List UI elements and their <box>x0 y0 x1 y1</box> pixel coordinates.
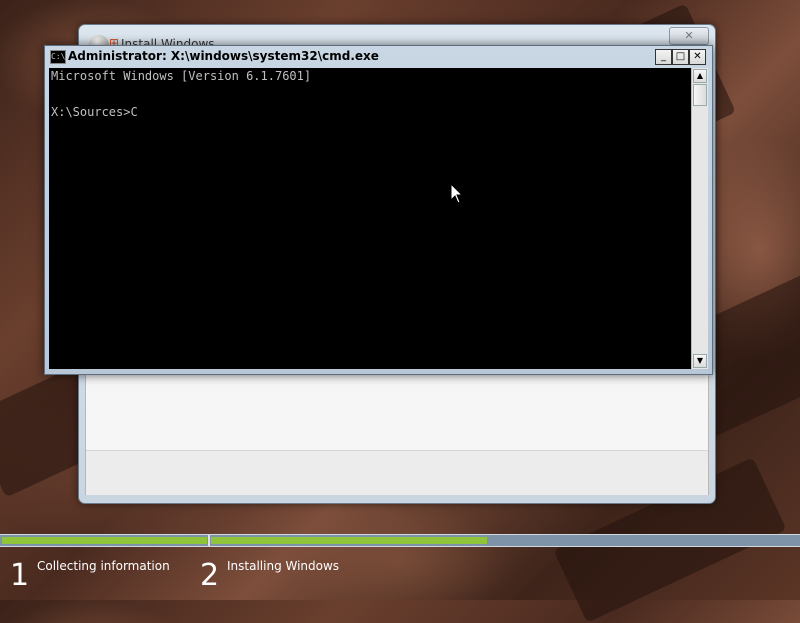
step-number-1: 1 <box>10 558 30 593</box>
minimize-button[interactable]: _ <box>655 49 672 65</box>
cmd-titlebar[interactable]: C:\ Administrator: X:\windows\system32\c… <box>45 46 712 67</box>
cmd-window[interactable]: C:\ Administrator: X:\windows\system32\c… <box>44 45 713 375</box>
maximize-button[interactable]: □ <box>672 49 689 65</box>
setup-close-button[interactable]: ✕ <box>669 27 709 45</box>
vertical-scrollbar[interactable]: ▲ ▼ <box>691 68 708 369</box>
console-line: Microsoft Windows [Version 6.1.7601] <box>51 69 312 83</box>
scrollbar-thumb[interactable] <box>693 84 707 106</box>
setup-progress-bar <box>0 534 800 547</box>
arrow-cursor-icon <box>450 183 464 204</box>
progress-divider <box>208 535 210 546</box>
scroll-down-icon[interactable]: ▼ <box>693 354 707 368</box>
progress-fill-step-1 <box>2 537 207 544</box>
scroll-up-icon[interactable]: ▲ <box>693 69 707 83</box>
console-output[interactable]: Microsoft Windows [Version 6.1.7601] X:\… <box>49 68 691 369</box>
progress-fill-step-2 <box>211 537 487 544</box>
setup-content-area <box>85 373 709 495</box>
console-prompt-line[interactable]: X:\Sources>C <box>51 106 138 118</box>
close-button[interactable]: ✕ <box>689 49 706 65</box>
step-number-2: 2 <box>200 558 220 593</box>
step-label-2: Installing Windows <box>227 559 340 573</box>
cmd-icon[interactable]: C:\ <box>50 50 66 64</box>
cmd-title: Administrator: X:\windows\system32\cmd.e… <box>68 49 379 63</box>
step-label-1: Collecting information <box>37 559 170 573</box>
setup-footer <box>86 450 708 495</box>
